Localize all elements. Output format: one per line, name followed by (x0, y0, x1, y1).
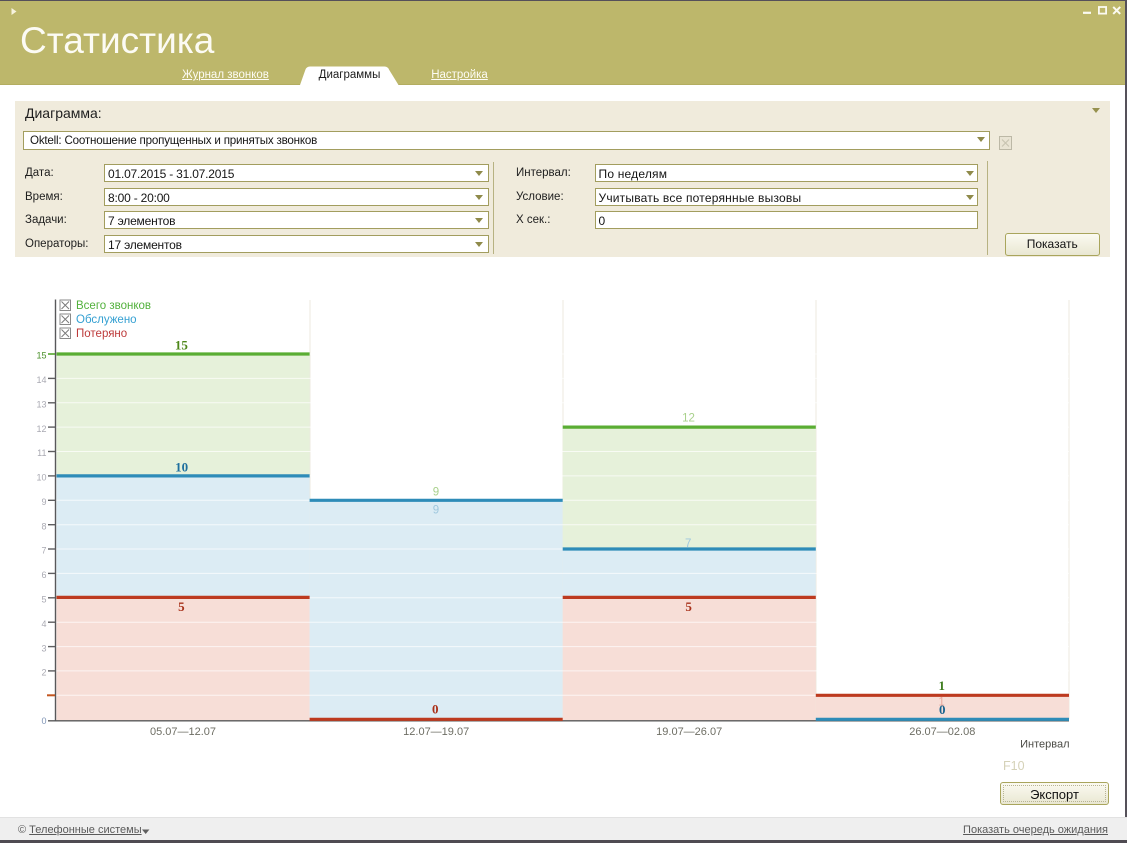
svg-text:1: 1 (938, 678, 945, 693)
svg-text:15: 15 (175, 337, 189, 352)
svg-text:3: 3 (41, 643, 46, 653)
svg-text:7: 7 (685, 538, 691, 550)
svg-text:9: 9 (433, 486, 439, 498)
svg-text:12.07—19.07: 12.07—19.07 (403, 726, 469, 738)
svg-text:Интервал: Интервал (1020, 739, 1069, 751)
svg-text:0: 0 (41, 716, 46, 726)
svg-text:7: 7 (41, 546, 46, 556)
svg-text:10: 10 (175, 459, 188, 474)
svg-text:05.07—12.07: 05.07—12.07 (150, 726, 216, 738)
svg-text:9: 9 (41, 497, 46, 507)
svg-text:12: 12 (682, 412, 695, 424)
svg-text:19.07—26.07: 19.07—26.07 (656, 726, 722, 738)
svg-text:10: 10 (36, 473, 46, 483)
svg-text:5: 5 (685, 599, 692, 614)
svg-text:15: 15 (36, 351, 46, 361)
svg-text:9: 9 (433, 505, 439, 517)
svg-text:5: 5 (41, 595, 46, 605)
svg-text:12: 12 (36, 424, 46, 434)
svg-text:14: 14 (36, 375, 46, 385)
svg-text:8: 8 (41, 521, 46, 531)
svg-text:F10: F10 (1003, 759, 1025, 773)
svg-text:11: 11 (37, 448, 46, 458)
svg-text:Потеряно: Потеряно (76, 328, 127, 340)
svg-text:5: 5 (178, 599, 185, 614)
svg-text:2: 2 (41, 668, 46, 678)
svg-text:13: 13 (36, 400, 46, 410)
svg-text:6: 6 (41, 570, 46, 580)
svg-text:4: 4 (41, 619, 46, 629)
svg-text:Всего звонков: Всего звонков (76, 300, 151, 312)
svg-text:26.07—02.08: 26.07—02.08 (909, 726, 975, 738)
svg-text:Обслужено: Обслужено (76, 314, 137, 326)
svg-text:1: 1 (938, 696, 944, 708)
svg-text:0: 0 (432, 701, 439, 716)
